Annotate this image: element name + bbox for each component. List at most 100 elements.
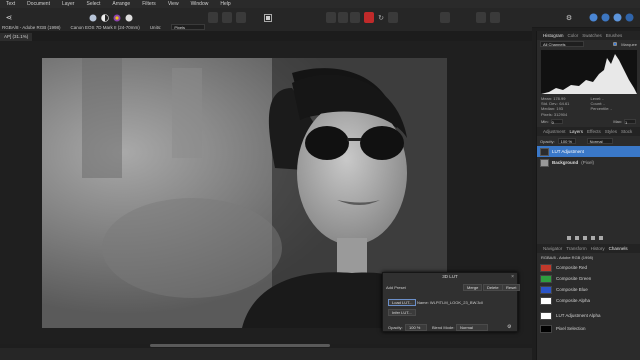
max-input[interactable]: 1: [624, 119, 636, 125]
min-label: Min:: [541, 118, 549, 124]
menu-filters[interactable]: Filters: [136, 1, 162, 7]
tab-styles[interactable]: Styles: [605, 129, 617, 134]
flip-icon[interactable]: [388, 12, 398, 23]
channel-row[interactable]: Composite Blue: [537, 284, 640, 295]
camera-info: Canon EOS 7D Mark II (24-70mm): [70, 24, 140, 30]
layer-name: Background: [552, 160, 579, 166]
persona-export-icon[interactable]: [124, 12, 134, 23]
layer-background[interactable]: Background (Pixel): [537, 157, 640, 168]
channel-swatch: [540, 285, 552, 294]
studio-c-icon[interactable]: [612, 12, 622, 23]
layer-lut-adjustment[interactable]: LUT Adjustment: [537, 146, 640, 158]
channel-row[interactable]: Pixel Selection: [537, 323, 640, 334]
histogram-header: All Channels Marquee: [537, 40, 640, 48]
tab-transform[interactable]: Transform: [566, 246, 586, 251]
layer-mask-icon[interactable]: [575, 235, 579, 240]
channel-name: Composite Green: [556, 276, 592, 281]
align-left-icon[interactable]: [326, 12, 336, 23]
dialog-blend-select[interactable]: Normal: [456, 324, 488, 331]
channel-row[interactable]: Composite Red: [537, 262, 640, 273]
snapping-icon[interactable]: [440, 12, 450, 23]
opacity-input[interactable]: 100 %: [557, 138, 576, 145]
menu-select[interactable]: Select: [80, 1, 106, 7]
align-center-icon[interactable]: [338, 12, 348, 23]
tab-histogram[interactable]: Histogram: [543, 33, 564, 38]
assistant-icon[interactable]: ⚙: [564, 12, 574, 23]
channel-row[interactable]: LUT Adjustment Alpha: [537, 310, 640, 321]
layer-adjust-icon[interactable]: [583, 235, 587, 240]
tab-effects[interactable]: Effects: [587, 129, 601, 134]
persona-develop-icon[interactable]: [112, 12, 122, 23]
menu-view[interactable]: View: [162, 1, 185, 7]
document-color-info: RGBA/8 - Adobe RGB (1998): [2, 24, 61, 30]
lut-layer-thumbnail: [540, 147, 549, 156]
menu-help[interactable]: Help: [214, 1, 236, 7]
channel-row[interactable]: Composite Alpha: [537, 295, 640, 306]
quick-mask-icon[interactable]: [263, 12, 273, 23]
settings-icon[interactable]: ⚙: [507, 324, 511, 330]
studio-panel: Histogram Color Swatches Brushes All Cha…: [536, 31, 640, 360]
units-select[interactable]: Pixels: [171, 24, 206, 30]
delete-button[interactable]: Delete: [483, 284, 503, 291]
channel-select[interactable]: All Channels: [540, 41, 584, 47]
lut-dialog: 3D LUT × Add Preset Merge Delete Reset L…: [382, 272, 521, 332]
infer-lut-button[interactable]: Infer LUT...: [388, 309, 416, 316]
menu-layer[interactable]: Layer: [56, 1, 81, 7]
order-forward-icon[interactable]: [490, 12, 500, 23]
reset-button[interactable]: Reset: [502, 284, 521, 291]
menu-document[interactable]: Document: [21, 1, 56, 7]
order-back-icon[interactable]: [476, 12, 486, 23]
tab-navigator[interactable]: Navigator: [543, 246, 562, 251]
add-preset-button[interactable]: Add Preset: [386, 285, 406, 290]
studio-d-icon[interactable]: [624, 12, 634, 23]
tab-stock[interactable]: Stock: [621, 129, 632, 134]
marquee-label: Marquee: [621, 41, 637, 47]
document-tabs: AP] (31.1%): [0, 31, 532, 41]
layer-fx-icon[interactable]: [567, 235, 571, 240]
marquee-tool-icon[interactable]: [208, 12, 218, 23]
deselect-icon[interactable]: [222, 12, 232, 23]
stat-pixels: Pixels: 312904: [541, 111, 568, 117]
tab-layers[interactable]: Layers: [570, 129, 584, 134]
menu-text[interactable]: Text: [0, 1, 21, 7]
channel-swatch: [540, 311, 552, 320]
channel-row[interactable]: Composite Green: [537, 273, 640, 284]
channel-name: Pixel Selection: [556, 326, 586, 331]
context-toolbar: RGBA/8 - Adobe RGB (1998) Canon EOS 7D M…: [0, 23, 532, 31]
document-tab[interactable]: AP] (31.1%): [0, 33, 33, 41]
tab-adjustment[interactable]: Adjustment: [543, 129, 566, 134]
dialog-opacity-input[interactable]: 100 %: [405, 324, 427, 331]
persona-photo-icon[interactable]: [88, 12, 98, 23]
horizontal-scrollbar[interactable]: [150, 344, 330, 347]
tab-color[interactable]: Color: [568, 33, 579, 38]
menu-window[interactable]: Window: [185, 1, 215, 7]
share-icon[interactable]: ⋖: [4, 12, 14, 23]
stat-percentile: Percentile: -: [590, 106, 612, 112]
marquee-checkbox[interactable]: [613, 42, 618, 46]
layer-delete-icon[interactable]: [599, 235, 603, 240]
dialog-title: 3D LUT: [442, 274, 458, 279]
mask-icon[interactable]: [364, 12, 374, 23]
rotate-icon[interactable]: ↻: [376, 12, 386, 23]
min-input[interactable]: 0: [550, 119, 563, 125]
tab-channels[interactable]: Channels: [609, 246, 628, 251]
channels-header: RGBA/8 - Adobe RGB (1998): [541, 255, 594, 260]
studio-a-icon[interactable]: [588, 12, 598, 23]
close-icon[interactable]: ×: [511, 273, 514, 281]
persona-liquify-icon[interactable]: [100, 12, 110, 23]
tab-swatches[interactable]: Swatches: [582, 33, 602, 38]
studio-b-icon[interactable]: [600, 12, 610, 23]
channel-name: Composite Alpha: [556, 298, 591, 303]
merge-button[interactable]: Merge: [463, 284, 483, 291]
dialog-title-bar[interactable]: 3D LUT ×: [383, 273, 517, 281]
max-label: Max:: [613, 118, 622, 124]
align-right-icon[interactable]: [350, 12, 360, 23]
channel-name: LUT Adjustment Alpha: [556, 313, 601, 318]
tab-brushes[interactable]: Brushes: [606, 33, 623, 38]
menu-arrange[interactable]: Arrange: [106, 1, 136, 7]
blend-mode-select[interactable]: Normal: [586, 138, 613, 145]
tab-history[interactable]: History: [591, 246, 605, 251]
invert-selection-icon[interactable]: [236, 12, 246, 23]
layer-add-icon[interactable]: [591, 235, 595, 240]
load-lut-button[interactable]: Load LUT...: [388, 299, 417, 306]
